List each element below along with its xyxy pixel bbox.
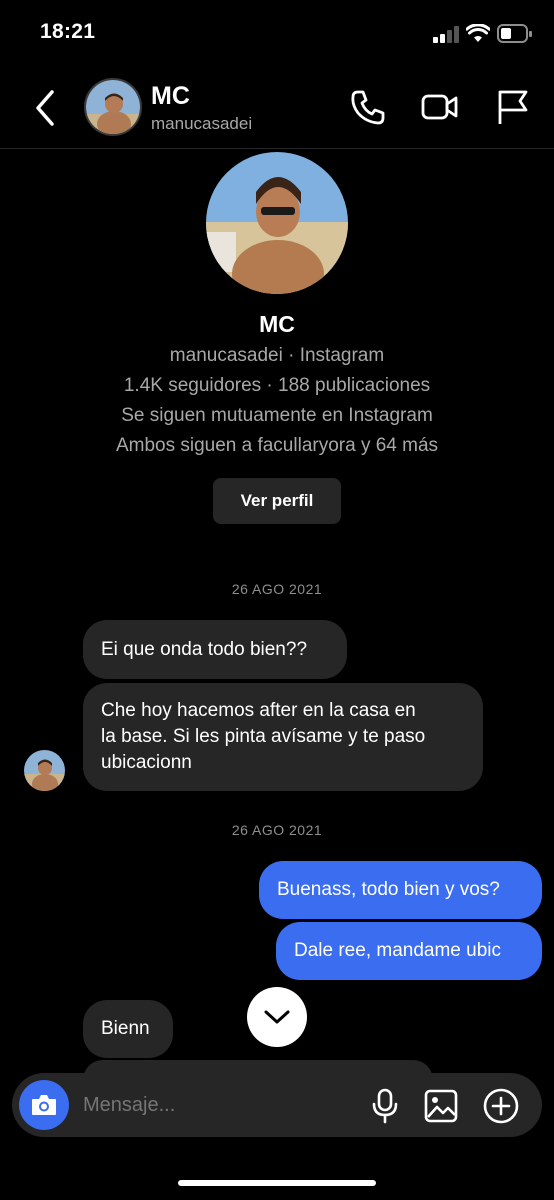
header-avatar[interactable] bbox=[84, 78, 142, 136]
message-text: Ei que onda todo bien?? bbox=[101, 638, 308, 660]
sender-avatar[interactable] bbox=[24, 750, 65, 791]
home-indicator bbox=[178, 1180, 376, 1186]
back-arrow-icon[interactable] bbox=[30, 88, 64, 128]
camera-icon bbox=[32, 1095, 56, 1115]
profile-avatar[interactable] bbox=[206, 152, 348, 294]
message-text-line: la base. Si les pinta avísame y te paso bbox=[101, 726, 426, 747]
message-text: Bienn bbox=[101, 1018, 150, 1039]
status-time: 18:21 bbox=[40, 20, 96, 43]
date-separator: 26 AGO 2021 bbox=[231, 581, 323, 597]
message-input[interactable] bbox=[83, 1094, 343, 1117]
header-divider bbox=[0, 148, 554, 149]
outgoing-message[interactable]: Dale ree, mandame ubic bbox=[276, 922, 542, 980]
header-name[interactable]: MC bbox=[151, 82, 190, 111]
video-call-icon[interactable] bbox=[420, 88, 458, 126]
incoming-message[interactable]: Ei que onda todo bien?? bbox=[83, 620, 347, 679]
header-username[interactable]: manucasadei bbox=[151, 114, 252, 134]
camera-button[interactable] bbox=[19, 1080, 69, 1130]
incoming-message[interactable]: Che hoy hacemos after en la casa en la b… bbox=[83, 683, 483, 791]
date-separator: 26 AGO 2021 bbox=[231, 822, 323, 838]
incoming-message[interactable]: Bienn bbox=[83, 1000, 173, 1058]
profile-followers-line: Ambos siguen a facullaryora y 64 más bbox=[115, 435, 439, 456]
add-plus-icon[interactable] bbox=[482, 1087, 520, 1125]
battery-icon bbox=[497, 24, 532, 43]
profile-name: MC bbox=[259, 311, 295, 337]
message-text: Dale ree, mandame ubic bbox=[294, 940, 501, 961]
view-profile-button[interactable]: Ver perfil bbox=[213, 478, 341, 524]
cellular-signal-icon bbox=[433, 26, 459, 43]
message-text-line: Che hoy hacemos after en la casa en bbox=[101, 700, 416, 721]
report-flag-icon[interactable] bbox=[494, 88, 532, 126]
microphone-icon[interactable] bbox=[370, 1088, 400, 1124]
outgoing-message[interactable]: Buenass, todo bien y vos? bbox=[259, 861, 542, 919]
phone-icon[interactable] bbox=[349, 88, 387, 126]
scroll-to-bottom-button[interactable] bbox=[247, 987, 307, 1047]
profile-username-line: manucasadei · Instagram bbox=[169, 345, 385, 366]
chevron-down-icon bbox=[264, 1010, 290, 1024]
message-text-line: ubicacionn bbox=[101, 752, 192, 773]
profile-stats-line: 1.4K seguidores · 188 publicaciones bbox=[123, 375, 431, 396]
profile-mutual-line: Se siguen mutuamente en Instagram bbox=[121, 405, 433, 426]
gallery-icon[interactable] bbox=[423, 1088, 459, 1124]
wifi-icon bbox=[466, 24, 490, 42]
message-text: Buenass, todo bien y vos? bbox=[277, 879, 500, 900]
